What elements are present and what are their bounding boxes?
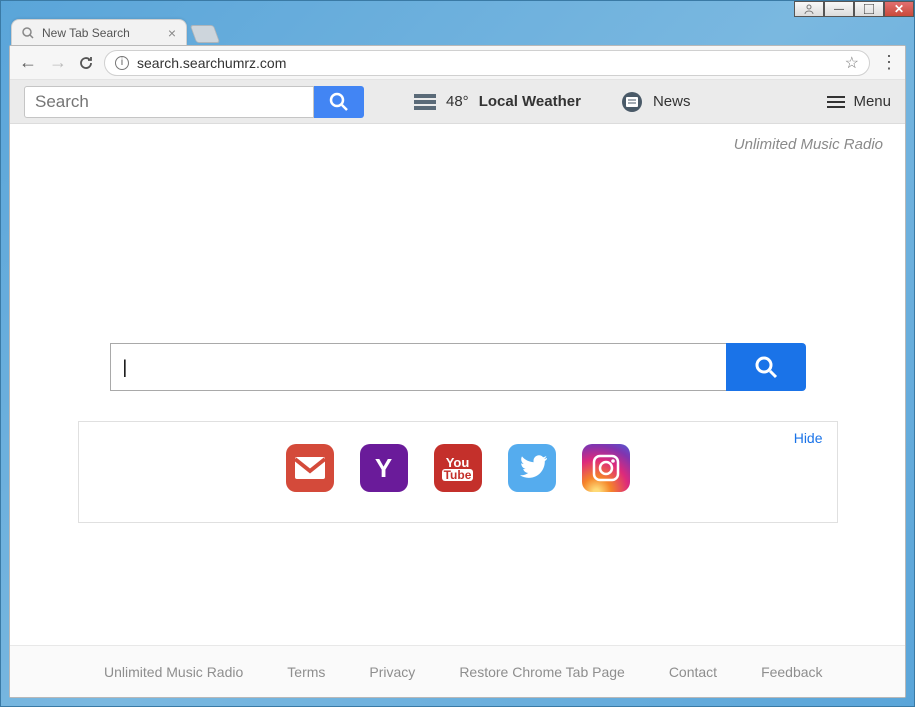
weather-widget[interactable]: 48° Local Weather [414, 93, 581, 110]
tile-twitter[interactable] [508, 444, 556, 492]
news-button[interactable]: News [621, 91, 691, 113]
quick-links: Hide Y You Tube [78, 421, 838, 523]
main-search [110, 343, 806, 391]
gmail-icon [295, 457, 325, 479]
search-icon [22, 27, 34, 39]
window-maximize-button[interactable] [854, 1, 884, 17]
back-button[interactable]: ← [18, 52, 38, 73]
reload-button[interactable] [78, 55, 94, 71]
footer-feedback[interactable]: Feedback [761, 664, 822, 680]
site-info-icon[interactable]: i [115, 56, 129, 70]
weather-icon [414, 94, 436, 110]
toolbar-search-button[interactable] [314, 86, 364, 118]
twitter-icon [517, 455, 547, 481]
tile-instagram[interactable] [582, 444, 630, 492]
toolbar-search [24, 86, 364, 118]
yahoo-icon: Y [375, 453, 392, 484]
footer-privacy[interactable]: Privacy [369, 664, 415, 680]
menu-button[interactable]: Menu [827, 93, 891, 110]
browser-frame: ← → i search.searchumrz.com ☆ ⋮ 48° Loca… [9, 45, 906, 698]
tile-yahoo[interactable]: Y [360, 444, 408, 492]
menu-label: Menu [853, 93, 891, 110]
new-tab-button[interactable] [190, 25, 221, 43]
browser-menu-button[interactable]: ⋮ [880, 52, 897, 73]
footer-brand[interactable]: Unlimited Music Radio [104, 664, 243, 680]
instagram-icon [590, 452, 622, 484]
main-search-input[interactable] [110, 343, 726, 391]
url-text: search.searchumrz.com [137, 55, 286, 71]
hamburger-icon [827, 96, 845, 108]
window-user-button[interactable] [794, 1, 824, 17]
forward-button: → [48, 52, 68, 73]
extension-toolbar: 48° Local Weather News Menu [10, 80, 905, 124]
tab-strip: New Tab Search × [11, 17, 904, 45]
page-content: 48° Local Weather News Menu Unlimited Mu… [10, 80, 905, 697]
footer-restore[interactable]: Restore Chrome Tab Page [459, 664, 625, 680]
toolbar-search-input[interactable] [24, 86, 314, 118]
hide-link[interactable]: Hide [794, 430, 823, 446]
browser-tab[interactable]: New Tab Search × [11, 19, 187, 45]
tile-gmail[interactable] [286, 444, 334, 492]
window-close-button[interactable]: ✕ [884, 1, 914, 17]
browser-toolbar: ← → i search.searchumrz.com ☆ ⋮ [10, 46, 905, 80]
footer: Unlimited Music Radio Terms Privacy Rest… [10, 645, 905, 697]
search-icon [754, 355, 778, 379]
search-icon [329, 92, 349, 112]
window-minimize-button[interactable]: — [824, 1, 854, 17]
brand-label: Unlimited Music Radio [10, 124, 905, 153]
footer-terms[interactable]: Terms [287, 664, 325, 680]
news-icon [621, 91, 643, 113]
main-area: Hide Y You Tube [10, 153, 905, 645]
tile-youtube[interactable]: You Tube [434, 444, 482, 492]
footer-contact[interactable]: Contact [669, 664, 717, 680]
tab-title: New Tab Search [42, 26, 130, 40]
weather-temp: 48° [446, 93, 469, 110]
youtube-icon: You [446, 456, 470, 469]
tab-close-icon[interactable]: × [168, 25, 176, 41]
main-search-button[interactable] [726, 343, 806, 391]
news-label: News [653, 93, 691, 110]
bookmark-star-icon[interactable]: ☆ [845, 53, 859, 73]
weather-label: Local Weather [479, 93, 581, 110]
url-bar[interactable]: i search.searchumrz.com ☆ [104, 50, 870, 76]
